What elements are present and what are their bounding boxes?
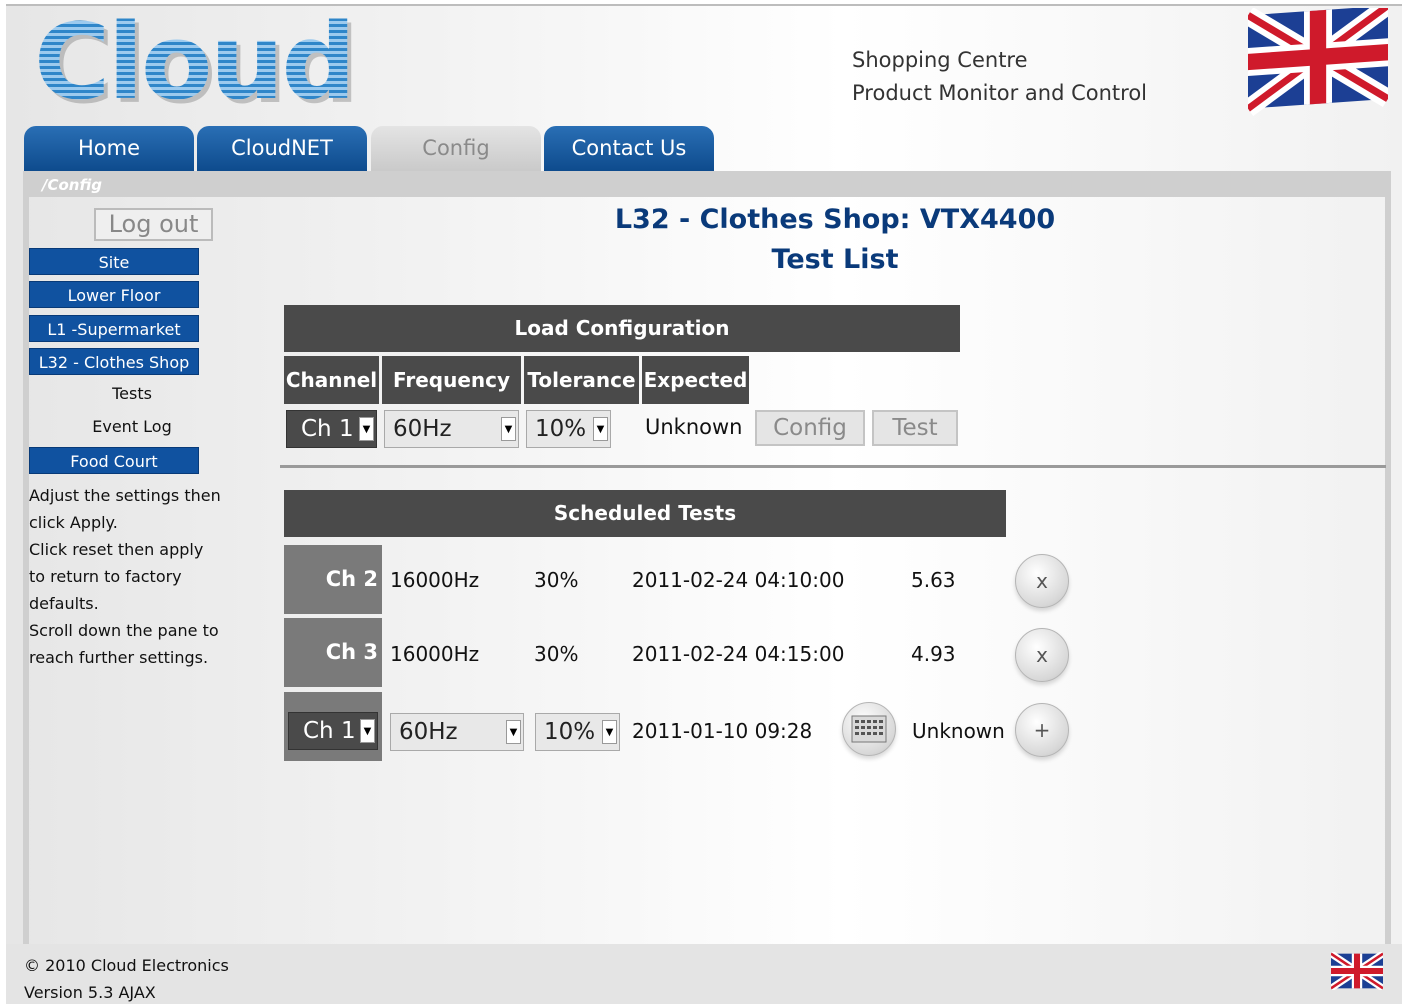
frequency-select[interactable]: 60Hz ▼ bbox=[384, 410, 519, 448]
new-channel-value: Ch 1 bbox=[303, 718, 356, 744]
page-subtitle: Test List bbox=[771, 244, 899, 275]
footer-text: © 2010 Cloud Electronics Version 5.3 AJA… bbox=[24, 952, 229, 1006]
help-line: defaults. bbox=[29, 594, 99, 613]
tolerance-select[interactable]: 10% ▼ bbox=[526, 410, 611, 448]
version: Version 5.3 AJAX bbox=[24, 983, 156, 1002]
expected-value: Unknown bbox=[645, 415, 743, 439]
row-channel: Ch 2 bbox=[284, 545, 382, 614]
column-header-expected: Expected bbox=[642, 356, 749, 404]
copyright: © 2010 Cloud Electronics bbox=[24, 956, 229, 975]
help-text: Adjust the settings then click Apply. Cl… bbox=[29, 482, 234, 671]
channel-select[interactable]: Ch 1 ▼ bbox=[286, 410, 377, 448]
chevron-down-icon: ▼ bbox=[501, 417, 516, 441]
row-tolerance: 30% bbox=[534, 568, 579, 592]
help-line: click Apply. bbox=[29, 513, 118, 532]
chevron-down-icon: ▼ bbox=[506, 720, 521, 744]
scheduled-tests-heading: Scheduled Tests bbox=[284, 490, 1006, 537]
new-tolerance-value: 10% bbox=[544, 719, 596, 745]
row-tolerance: 30% bbox=[534, 642, 579, 666]
tab-home[interactable]: Home bbox=[24, 126, 194, 172]
sidebar-item-clothes-shop[interactable]: L32 - Clothes Shop bbox=[29, 348, 199, 375]
calendar-icon[interactable] bbox=[842, 702, 896, 756]
chevron-down-icon: ▼ bbox=[359, 417, 374, 441]
tab-config[interactable]: Config bbox=[371, 126, 541, 172]
help-line: to return to factory bbox=[29, 567, 182, 586]
column-header-tolerance: Tolerance bbox=[524, 356, 639, 404]
row-frequency: 16000Hz bbox=[390, 568, 480, 592]
delete-test-button[interactable]: x bbox=[1015, 554, 1069, 608]
header-line-1: Shopping Centre bbox=[852, 48, 1028, 72]
new-tolerance-select[interactable]: 10% ▼ bbox=[535, 713, 620, 751]
new-frequency-value: 60Hz bbox=[399, 719, 458, 745]
help-line: Scroll down the pane to bbox=[29, 621, 219, 640]
header-line-2: Product Monitor and Control bbox=[852, 81, 1148, 105]
new-datetime[interactable]: 2011-01-10 09:28 bbox=[632, 719, 812, 743]
row-value: 5.63 bbox=[911, 568, 956, 592]
chevron-down-icon: ▼ bbox=[360, 719, 375, 743]
divider bbox=[280, 465, 1386, 468]
load-config-heading: Load Configuration bbox=[284, 305, 960, 352]
sidebar-item-site[interactable]: Site bbox=[29, 248, 199, 275]
help-line: Adjust the settings then bbox=[29, 486, 221, 505]
breadcrumb-bar bbox=[23, 171, 1391, 197]
column-header-channel: Channel bbox=[284, 356, 379, 404]
cloud-logo: Cloud Cloud bbox=[34, 12, 360, 110]
help-line: reach further settings. bbox=[29, 648, 209, 667]
add-test-button[interactable]: + bbox=[1015, 703, 1069, 757]
new-frequency-select[interactable]: 60Hz ▼ bbox=[390, 713, 524, 751]
tolerance-select-value: 10% bbox=[535, 416, 587, 442]
header-tagline: Shopping Centre Product Monitor and Cont… bbox=[852, 44, 1147, 110]
svg-text:Cloud: Cloud bbox=[34, 12, 356, 110]
union-jack-flag-icon[interactable] bbox=[1331, 952, 1383, 990]
config-button[interactable]: Config bbox=[755, 410, 865, 446]
column-header-frequency: Frequency bbox=[382, 356, 521, 404]
help-line: Click reset then apply bbox=[29, 540, 204, 559]
row-frequency: 16000Hz bbox=[390, 642, 480, 666]
chevron-down-icon: ▼ bbox=[593, 417, 608, 441]
chevron-down-icon: ▼ bbox=[602, 720, 617, 744]
row-channel: Ch 3 bbox=[284, 618, 382, 687]
device-title: L32 - Clothes Shop: VTX4400 bbox=[614, 204, 1056, 235]
row-datetime: 2011-02-24 04:10:00 bbox=[632, 568, 845, 592]
tab-cloudnet[interactable]: CloudNET bbox=[197, 126, 367, 172]
tab-contact-us[interactable]: Contact Us bbox=[544, 126, 714, 172]
sidebar-item-lower-floor[interactable]: Lower Floor bbox=[29, 281, 199, 308]
union-jack-flag-icon[interactable] bbox=[1248, 8, 1388, 116]
row-value: 4.93 bbox=[911, 642, 956, 666]
delete-test-button[interactable]: x bbox=[1015, 628, 1069, 682]
test-button[interactable]: Test bbox=[872, 410, 958, 446]
row-datetime: 2011-02-24 04:15:00 bbox=[632, 642, 845, 666]
frequency-select-value: 60Hz bbox=[393, 416, 452, 442]
sidebar-item-event-log[interactable]: Event Log bbox=[29, 417, 235, 436]
breadcrumb: /Config bbox=[42, 176, 103, 194]
channel-select-value: Ch 1 bbox=[301, 416, 354, 442]
new-expected-value: Unknown bbox=[912, 719, 1005, 743]
sidebar-item-food-court[interactable]: Food Court bbox=[29, 447, 199, 474]
new-channel-select[interactable]: Ch 1 ▼ bbox=[288, 712, 378, 750]
sidebar-item-tests[interactable]: Tests bbox=[29, 384, 235, 403]
sidebar-item-supermarket[interactable]: L1 -Supermarket bbox=[29, 315, 199, 342]
logout-button[interactable]: Log out bbox=[94, 208, 213, 241]
page-title: L32 - Clothes Shop: VTX4400 Test List bbox=[560, 200, 1110, 280]
